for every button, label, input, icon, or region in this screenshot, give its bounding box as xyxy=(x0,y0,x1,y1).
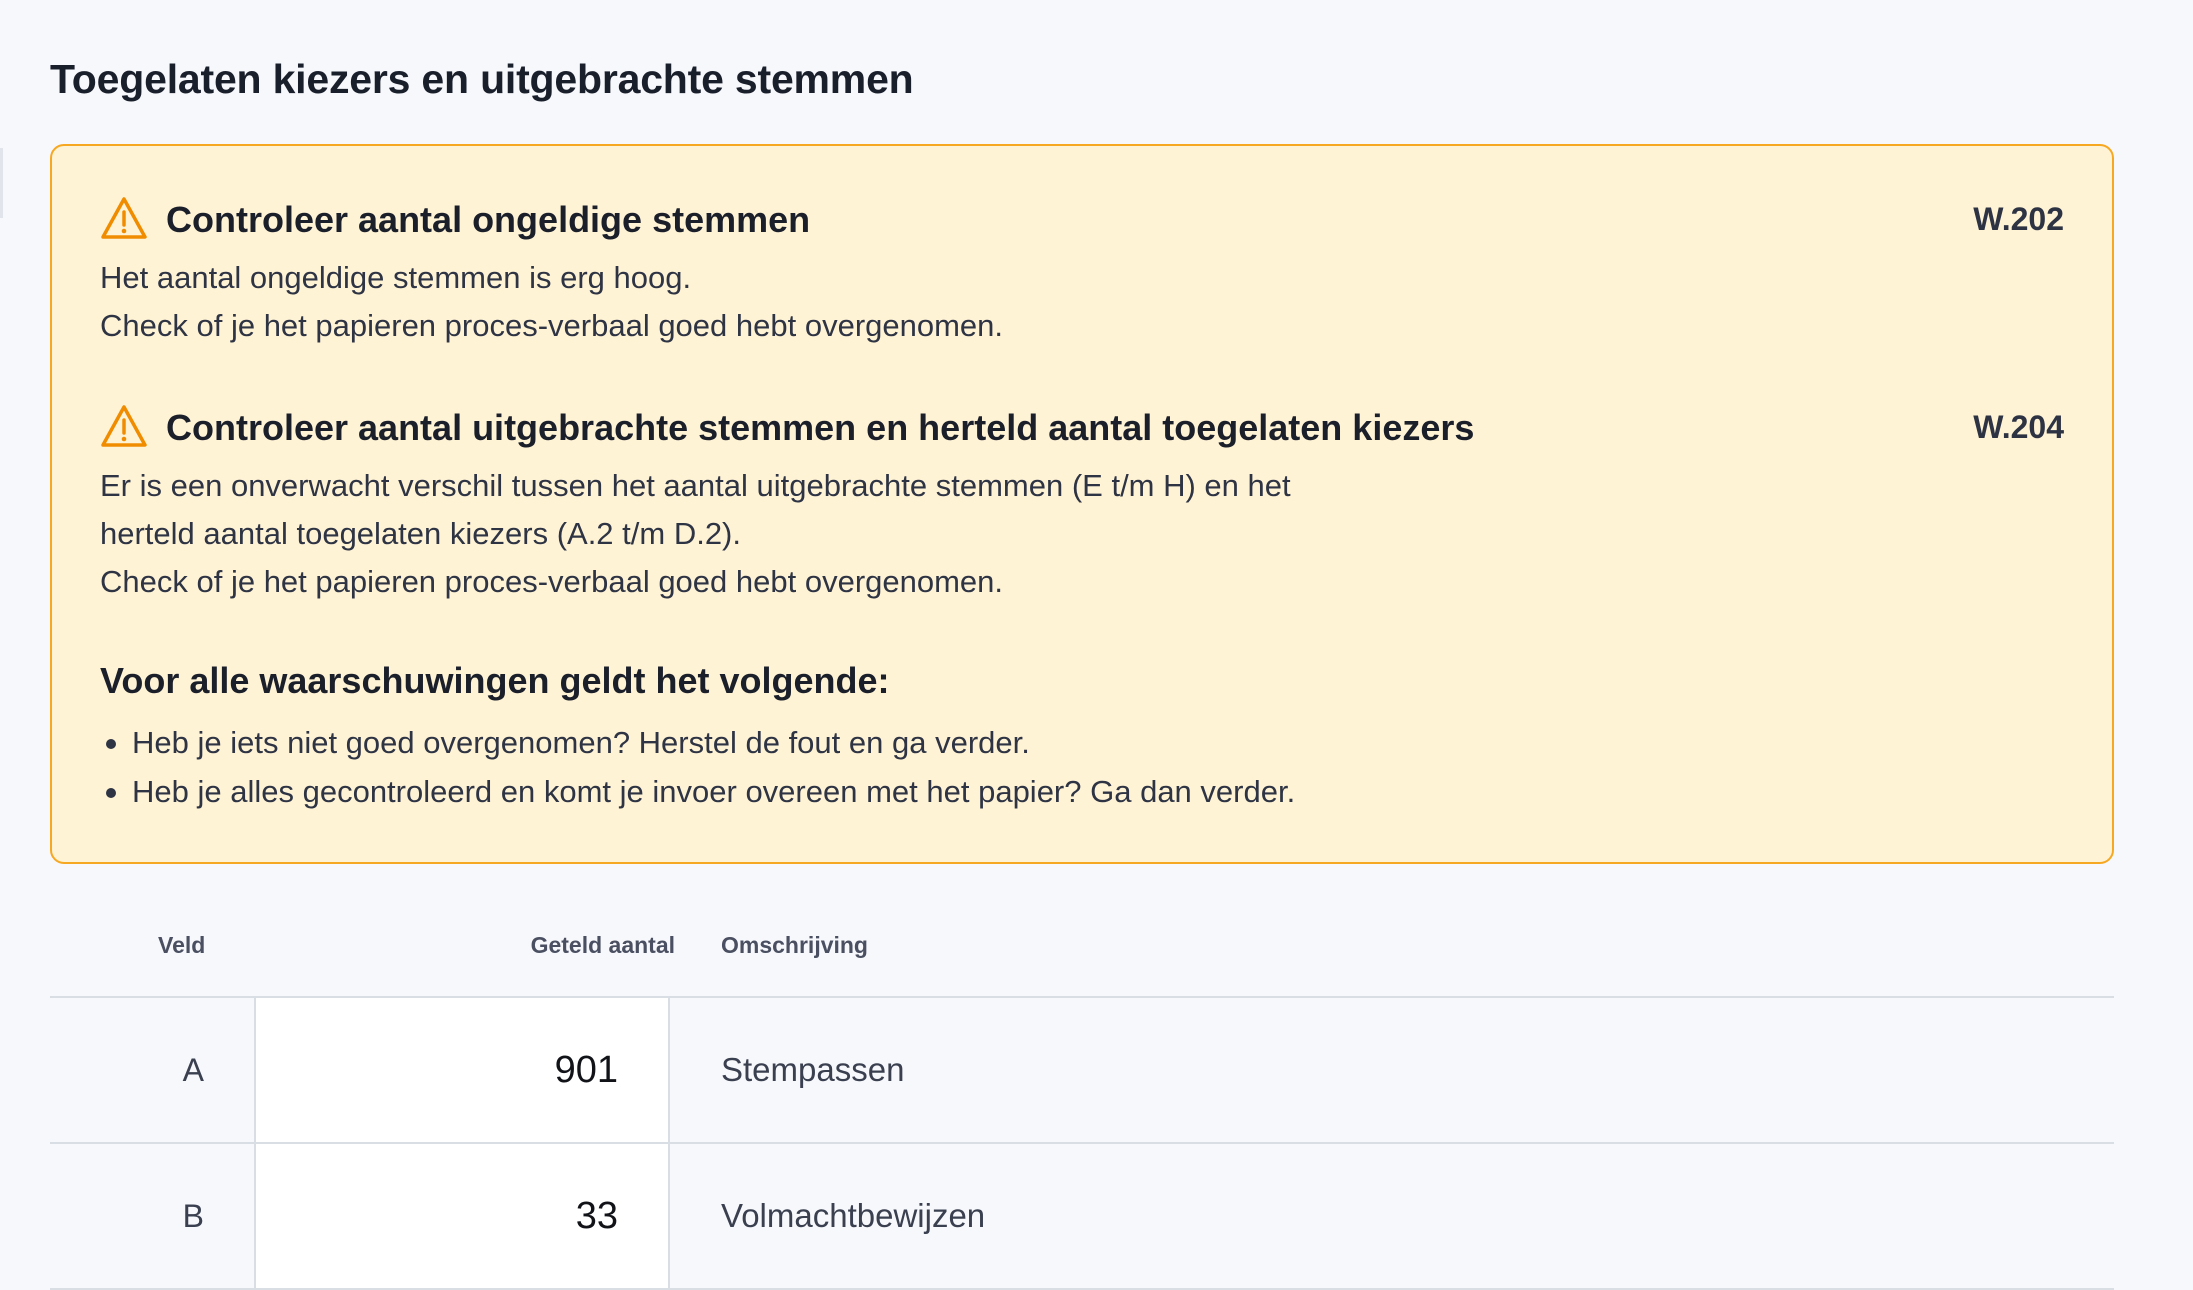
warning-text-line: Het aantal ongeldige stemmen is erg hoog… xyxy=(100,260,692,295)
count-input-b[interactable]: 33 xyxy=(256,1144,670,1288)
warning-text-line: Check of je het papieren proces-verbaal … xyxy=(100,308,1004,343)
warning-item-w202: Controleer aantal ongeldige stemmen W.20… xyxy=(100,194,2064,350)
count-input-a[interactable]: 901 xyxy=(256,998,670,1142)
warning-text-line: Er is een onverwacht verschil tussen het… xyxy=(100,468,1291,503)
field-code: A xyxy=(50,998,256,1142)
left-edge-marker xyxy=(0,148,3,218)
column-header-description: Omschrijving xyxy=(721,932,868,958)
warning-text-line: herteld aantal toegelaten kiezers (A.2 t… xyxy=(100,516,741,551)
list-item: Heb je alles gecontroleerd en komt je in… xyxy=(100,767,1295,816)
general-instructions-list: Heb je iets niet goed overgenomen? Herst… xyxy=(100,718,1295,816)
field-description: Volmachtbewijzen xyxy=(721,1197,986,1234)
warning-code: W.202 xyxy=(1973,201,2064,237)
field-description: Stempassen xyxy=(721,1051,905,1088)
table-row: B 33 Volmachtbewijzen xyxy=(50,1144,2114,1290)
list-item: Heb je iets niet goed overgenomen? Herst… xyxy=(100,718,1295,767)
page-title: Toegelaten kiezers en uitgebrachte stemm… xyxy=(50,56,914,102)
warning-title: Controleer aantal uitgebrachte stemmen e… xyxy=(166,407,1475,448)
column-header-field: Veld xyxy=(158,932,206,958)
warning-title: Controleer aantal ongeldige stemmen xyxy=(166,199,811,240)
warning-text-line: Check of je het papieren proces-verbaal … xyxy=(100,564,1004,599)
column-header-count: Geteld aantal xyxy=(530,932,675,958)
warning-description: Het aantal ongeldige stemmen is erg hoog… xyxy=(100,244,2064,350)
field-code: B xyxy=(50,1144,256,1288)
warning-alert-box: Controleer aantal ongeldige stemmen W.20… xyxy=(50,144,2114,864)
warning-description: Er is een onverwacht verschil tussen het… xyxy=(100,452,2064,606)
warning-code: W.204 xyxy=(1973,409,2064,445)
general-instructions-title: Voor alle waarschuwingen geldt het volge… xyxy=(100,660,890,701)
vote-count-table: Veld Geteld aantal Omschrijving A 901 St… xyxy=(50,912,2114,1290)
warning-triangle-icon xyxy=(101,405,147,447)
table-row: A 901 Stempassen xyxy=(50,998,2114,1144)
warning-item-w204: Controleer aantal uitgebrachte stemmen e… xyxy=(100,402,2064,606)
warning-triangle-icon xyxy=(101,197,147,239)
table-header: Veld Geteld aantal Omschrijving xyxy=(50,912,2114,998)
